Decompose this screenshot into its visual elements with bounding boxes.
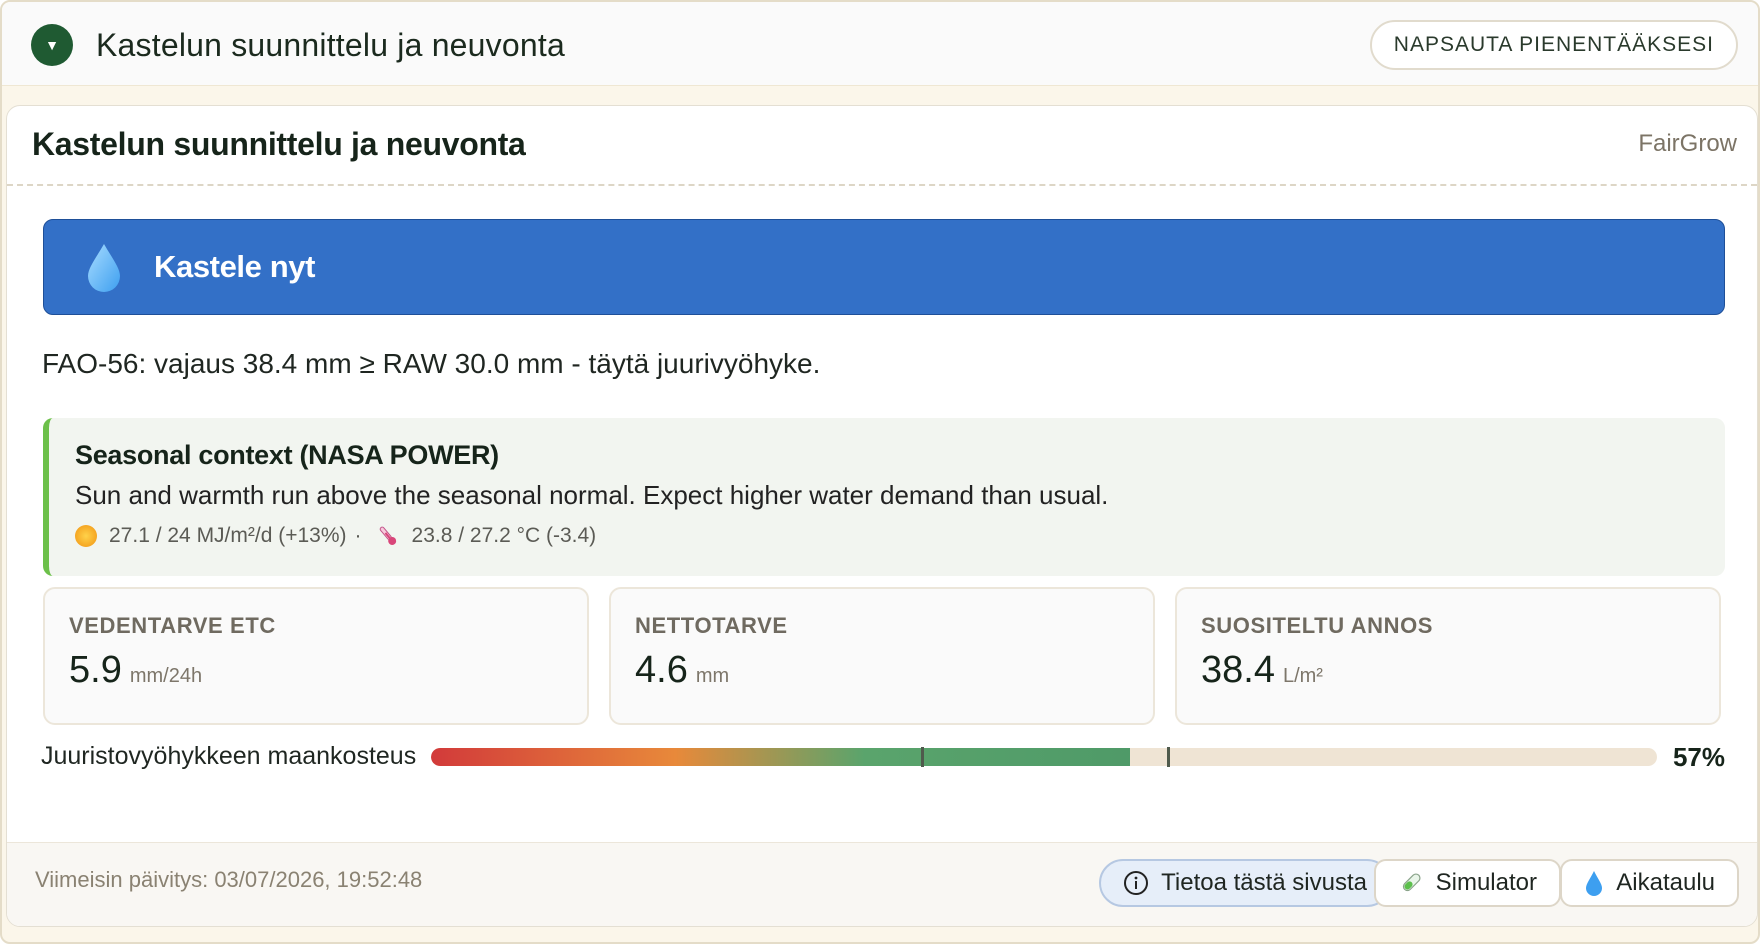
advice-card: Kastelun suunnittelu ja neuvonta FairGro…: [6, 105, 1758, 927]
seasonal-stats: 27.1 / 24 MJ/m²/d (+13%) · 23.8 / 27.2 °…: [75, 524, 596, 548]
metric-number: 4.6: [635, 649, 688, 691]
metric-label: SUOSITELTU ANNOS: [1201, 613, 1434, 638]
minimize-button[interactable]: NAPSAUTA PIENENTÄÄKSESI: [1369, 20, 1738, 70]
brand-label: FairGrow: [1638, 130, 1737, 157]
chevron-down-icon[interactable]: ▼: [31, 24, 73, 66]
metric-etc: VEDENTARVE ETC 5.9 mm/24h: [43, 587, 589, 725]
metric-value: 38.4 L/m²: [1201, 649, 1323, 692]
metric-value: 5.9 mm/24h: [69, 649, 202, 692]
metric-label: VEDENTARVE ETC: [69, 613, 276, 638]
card-header: Kastelun suunnittelu ja neuvonta FairGro…: [7, 106, 1757, 186]
panel-header[interactable]: ▼ Kastelun suunnittelu ja neuvonta NAPSA…: [2, 2, 1758, 86]
seasonal-context-box: Seasonal context (NASA POWER) Sun and wa…: [43, 418, 1725, 576]
seasonal-description: Sun and warmth run above the seasonal no…: [75, 480, 1109, 510]
simulator-button[interactable]: Simulator: [1373, 859, 1561, 907]
panel-title: Kastelun suunnittelu ja neuvonta: [96, 27, 565, 63]
metric-number: 38.4: [1201, 649, 1275, 691]
info-icon: [1124, 871, 1149, 895]
solar-radiation-value: 27.1 / 24 MJ/m²/d (+13%): [109, 524, 347, 547]
soil-moisture-label: Juuristovyöhykkeen maankosteus: [41, 742, 417, 770]
test-tube-icon: [1402, 873, 1421, 892]
irrigation-panel: ▼ Kastelun suunnittelu ja neuvonta NAPSA…: [0, 0, 1760, 944]
seasonal-title: Seasonal context (NASA POWER): [75, 440, 499, 470]
irrigate-now-banner: Kastele nyt: [43, 219, 1725, 315]
temperature-value: 23.8 / 27.2 °C (-3.4): [411, 524, 597, 547]
thermometer-icon: [379, 526, 396, 545]
soil-moisture-bar: [431, 748, 1657, 766]
banner-label: Kastele nyt: [154, 249, 315, 284]
soil-moisture-fill: [431, 748, 1130, 766]
water-drop-icon: [1586, 871, 1603, 896]
fao-advice-text: FAO-56: vajaus 38.4 mm ≥ RAW 30.0 mm - t…: [42, 348, 821, 379]
metric-value: 4.6 mm: [635, 649, 729, 692]
metric-label: NETTOTARVE: [635, 613, 788, 638]
metric-net-need: NETTOTARVE 4.6 mm: [609, 587, 1155, 725]
metric-number: 5.9: [69, 649, 122, 691]
about-page-button[interactable]: Tietoa tästä sivusta: [1099, 859, 1391, 907]
card-footer: Viimeisin päivitys: 03/07/2026, 19:52:48…: [7, 842, 1757, 926]
moisture-threshold-marker: [921, 747, 925, 767]
about-page-label: Tietoa tästä sivusta: [1161, 869, 1367, 896]
metric-unit: mm: [695, 665, 730, 687]
schedule-label: Aikataulu: [1616, 869, 1715, 896]
simulator-label: Simulator: [1435, 869, 1537, 896]
schedule-button[interactable]: Aikataulu: [1560, 859, 1739, 907]
last-updated: Viimeisin päivitys: 03/07/2026, 19:52:48: [35, 867, 423, 892]
water-drop-icon: [88, 244, 120, 292]
card-title: Kastelun suunnittelu ja neuvonta: [32, 126, 526, 162]
metric-unit: L/m²: [1282, 665, 1323, 687]
soil-moisture-percent: 57%: [1672, 742, 1725, 772]
metric-unit: mm/24h: [129, 665, 203, 687]
moisture-threshold-marker: [1166, 747, 1170, 767]
metric-recommended-dose: SUOSITELTU ANNOS 38.4 L/m²: [1175, 587, 1721, 725]
sun-icon: [75, 525, 97, 547]
stats-separator: ·: [354, 524, 362, 547]
